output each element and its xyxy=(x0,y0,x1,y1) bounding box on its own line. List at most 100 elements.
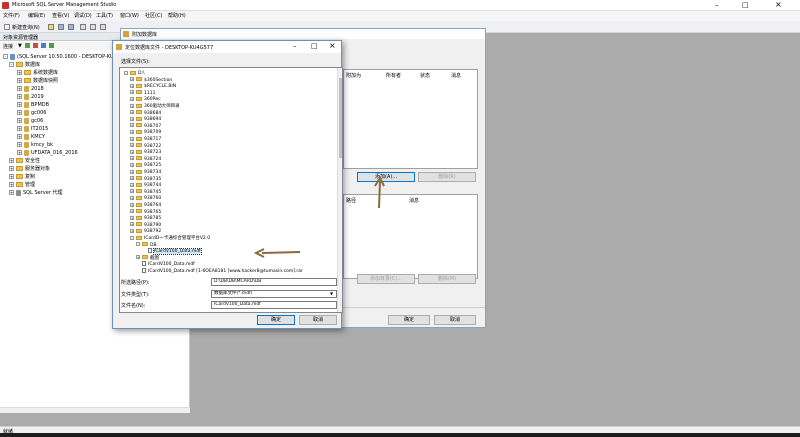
expand-icon[interactable]: + xyxy=(130,149,134,154)
expand-icon[interactable]: + xyxy=(17,86,22,91)
maximize-icon[interactable]: □ xyxy=(311,42,318,50)
connect-icon[interactable]: ▼ xyxy=(18,43,22,49)
column-details-message: 消息 xyxy=(409,198,420,204)
connect-button[interactable]: 连接 xyxy=(3,43,13,50)
expand-icon[interactable]: + xyxy=(130,129,134,134)
maximize-icon[interactable]: □ xyxy=(742,1,749,9)
minimize-icon[interactable]: – xyxy=(715,1,719,9)
expand-icon[interactable]: + xyxy=(17,118,22,123)
expand-icon[interactable]: + xyxy=(9,166,14,171)
selected-path-field[interactable]: D:\DB\DB\MCARD\DB xyxy=(211,278,337,286)
expand-icon[interactable]: + xyxy=(17,142,22,147)
file-cancel-button[interactable]: 取消 xyxy=(299,315,337,325)
folder-icon xyxy=(136,176,142,181)
menu-community[interactable]: 社区(C) xyxy=(145,12,162,19)
horizontal-scrollbar[interactable] xyxy=(0,407,190,413)
expand-icon[interactable]: + xyxy=(17,102,22,107)
new-query-button[interactable]: 新建查询(N) xyxy=(12,24,40,31)
attach-databases-grid[interactable]: 附加为 所有者 状态 消息 xyxy=(343,69,478,169)
expand-icon[interactable]: + xyxy=(17,134,22,139)
collapse-icon[interactable]: - xyxy=(9,62,14,67)
expand-icon[interactable]: + xyxy=(17,94,22,99)
expand-icon[interactable]: + xyxy=(130,116,134,121)
open-icon[interactable] xyxy=(48,24,54,30)
collapse-icon[interactable]: - xyxy=(136,242,140,247)
expand-icon[interactable]: + xyxy=(130,215,134,220)
expand-icon[interactable]: + xyxy=(9,182,14,187)
expand-icon[interactable]: + xyxy=(130,96,134,101)
folder-icon xyxy=(136,189,142,194)
template-icon[interactable] xyxy=(90,24,96,30)
close-icon[interactable]: × xyxy=(775,0,782,9)
expand-icon[interactable]: + xyxy=(136,255,140,260)
chevron-down-icon[interactable]: ▼ xyxy=(330,291,333,297)
agent-icon xyxy=(16,189,21,196)
expand-icon[interactable]: + xyxy=(130,222,134,227)
expand-icon[interactable]: + xyxy=(17,150,22,155)
collapse-icon[interactable]: - xyxy=(124,70,128,75)
database-details-grid[interactable]: 路径 消息 xyxy=(343,194,478,279)
file-name-field[interactable]: ICardV100_Data.mdf xyxy=(211,301,337,309)
expand-icon[interactable]: + xyxy=(130,83,134,88)
expand-icon[interactable]: + xyxy=(130,77,134,82)
expand-icon[interactable]: + xyxy=(17,78,22,83)
remove-button[interactable]: 删除(R) xyxy=(418,172,476,182)
scrollbar-thumb[interactable] xyxy=(339,78,342,158)
add-catalog-button[interactable]: 添加目录(C)... xyxy=(357,274,415,284)
file-type-select[interactable]: 数据库文件(*.mdf) ▼ xyxy=(211,290,337,298)
folder-icon xyxy=(136,129,142,134)
registered-servers-icon[interactable] xyxy=(100,24,106,30)
save-icon[interactable] xyxy=(58,24,64,30)
activity-icon[interactable] xyxy=(80,24,86,30)
menu-help[interactable]: 帮助(H) xyxy=(168,12,186,19)
menu-file[interactable]: 文件(F) xyxy=(3,12,20,19)
collapse-icon[interactable]: - xyxy=(130,235,134,240)
expand-icon[interactable]: + xyxy=(130,182,134,187)
file-ok-button[interactable]: 确定 xyxy=(257,315,295,325)
file-icon xyxy=(142,268,146,273)
expand-icon[interactable]: + xyxy=(9,174,14,179)
expand-icon[interactable]: + xyxy=(17,70,22,75)
expand-icon[interactable]: + xyxy=(130,189,134,194)
expand-icon[interactable]: + xyxy=(130,176,134,181)
refresh-icon[interactable] xyxy=(49,43,54,48)
save-all-icon[interactable] xyxy=(68,24,74,30)
expand-icon[interactable]: + xyxy=(130,110,134,115)
attach-dialog-title: 附加数据库 xyxy=(132,32,158,38)
menu-debug[interactable]: 调试(D) xyxy=(74,12,92,19)
expand-icon[interactable]: + xyxy=(130,136,134,141)
expand-icon[interactable]: + xyxy=(130,162,134,167)
menu-edit[interactable]: 编辑(E) xyxy=(28,12,45,19)
minimize-icon[interactable]: – xyxy=(293,42,297,50)
tree-label: 938764 xyxy=(144,203,162,208)
close-icon[interactable]: × xyxy=(329,41,336,50)
expand-icon[interactable]: + xyxy=(9,158,14,163)
expand-icon[interactable]: + xyxy=(130,195,134,200)
expand-icon[interactable]: + xyxy=(130,228,134,233)
expand-icon[interactable]: + xyxy=(130,103,134,108)
attach-cancel-button[interactable]: 取消 xyxy=(434,315,476,325)
expand-icon[interactable]: + xyxy=(130,209,134,214)
expand-icon[interactable]: + xyxy=(130,202,134,207)
menu-view[interactable]: 查看(V) xyxy=(52,12,69,19)
expand-icon[interactable]: + xyxy=(130,156,134,161)
expand-icon[interactable]: + xyxy=(17,126,22,131)
file-type-label: 文件类型(T): xyxy=(121,292,150,298)
expand-icon[interactable]: + xyxy=(130,143,134,148)
remove-catalog-button[interactable]: 删除(M) xyxy=(418,274,476,284)
collapse-icon[interactable]: - xyxy=(3,54,8,59)
stop-icon[interactable] xyxy=(33,43,38,48)
menu-window[interactable]: 窗口(W) xyxy=(120,12,139,19)
menu-tools[interactable]: 工具(T) xyxy=(96,12,113,19)
filter-icon[interactable] xyxy=(41,43,46,48)
folder-icon xyxy=(136,103,142,108)
expand-icon[interactable]: + xyxy=(17,110,22,115)
expand-icon[interactable]: + xyxy=(130,123,134,128)
expand-icon[interactable]: + xyxy=(9,190,14,195)
attach-ok-button[interactable]: 确定 xyxy=(388,315,430,325)
disconnect-icon[interactable] xyxy=(25,43,30,48)
expand-icon[interactable]: + xyxy=(130,90,134,95)
file-tree-scrollbar[interactable] xyxy=(337,68,342,312)
expand-icon[interactable]: + xyxy=(130,169,134,174)
tree-label: 938765 xyxy=(144,209,162,215)
